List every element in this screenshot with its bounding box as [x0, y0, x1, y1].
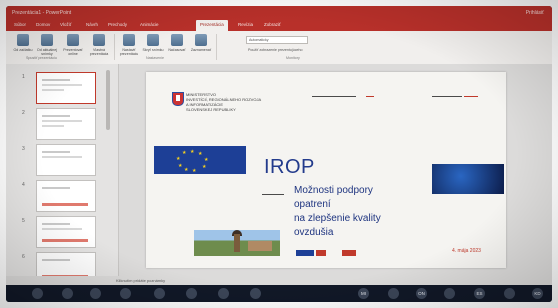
taskbar-icon[interactable] — [444, 288, 455, 299]
program-logo-icon — [316, 250, 326, 256]
custom-show-button[interactable]: Vlastná prezentácia — [88, 34, 110, 60]
slide-title: Možnosti podpory opatrení na zlepšenie k… — [294, 185, 381, 238]
setup-show-button[interactable]: Nastaviť prezentáciu — [118, 34, 140, 60]
record-button[interactable]: Zaznamenať — [190, 34, 212, 60]
taskbar-icon[interactable] — [388, 288, 399, 299]
monitor-select[interactable]: Automaticky — [246, 36, 308, 44]
taskbar-icon[interactable] — [32, 288, 43, 299]
ribbon-tabs: Súbor Domov Vložiť Návrh Prechody Animác… — [6, 20, 552, 31]
notes-placeholder[interactable]: Kliknutím pridáte poznámky — [116, 278, 165, 283]
group-monitors-label: Monitory — [286, 56, 300, 60]
thumbnail-number: 2 — [22, 110, 25, 116]
taskbar-icon[interactable] — [504, 288, 515, 299]
slide-acronym: IROP — [264, 156, 315, 178]
taskbar-icon[interactable] — [120, 288, 131, 299]
play-icon — [17, 34, 29, 46]
decorative-line — [432, 96, 462, 97]
setup-icon — [123, 34, 135, 46]
taskbar-icon[interactable]: ON — [416, 288, 427, 299]
thumbnail-number: 4 — [22, 182, 25, 188]
play-current-icon — [41, 34, 53, 46]
tab-file[interactable]: Súbor — [14, 22, 26, 27]
tab-insert[interactable]: Vložiť — [60, 22, 71, 27]
taskbar-icon[interactable] — [62, 288, 73, 299]
tab-view[interactable]: Zobraziť — [264, 22, 281, 27]
hide-slide-icon — [147, 34, 159, 46]
present-online-button[interactable]: Prezentovať online — [62, 34, 84, 60]
sign-in-link[interactable]: Prihlásiť — [526, 10, 544, 16]
window-title: Prezentácia1 - PowerPoint — [12, 10, 72, 16]
taskbar-icon[interactable] — [90, 288, 101, 299]
monitor-screen: Prezentácia1 - PowerPoint Prihlásiť Súbo… — [6, 6, 552, 302]
slide-canvas[interactable]: MINISTERSTVO INVESTÍCIÍ, REGIONÁLNEHO RO… — [146, 72, 506, 268]
timing-icon — [171, 34, 183, 46]
taskbar-icon[interactable]: ES — [474, 288, 485, 299]
record-icon — [195, 34, 207, 46]
taskbar-icon[interactable]: MI — [358, 288, 369, 299]
tab-slideshow[interactable]: Prezentácia — [196, 20, 228, 31]
slide-thumbnail[interactable] — [36, 144, 96, 176]
ribbon-separator — [216, 34, 217, 60]
decorative-line — [366, 96, 374, 97]
thumbnail-scrollbar[interactable] — [106, 70, 110, 130]
slide-thumbnail[interactable] — [36, 216, 96, 248]
taskbar-icon[interactable] — [154, 288, 165, 299]
presenter-view-checkbox[interactable]: Použiť zobrazenie prezentujúceho — [246, 47, 338, 53]
tab-animations[interactable]: Animácie — [140, 22, 159, 27]
thumbnail-number: 6 — [22, 254, 25, 260]
taskbar-icon[interactable] — [250, 288, 261, 299]
taskbar: MI ON ES KD — [6, 285, 552, 302]
group-start-label: Spustiť prezentáciu — [26, 56, 57, 60]
slide-thumbnail[interactable] — [36, 72, 96, 104]
slide-thumbnail[interactable] — [36, 108, 96, 140]
presentation-date: 4. mája 2023 — [452, 248, 481, 254]
rehearse-timings-button[interactable]: Načasovať — [166, 34, 188, 60]
thumbnail-number: 5 — [22, 218, 25, 224]
tab-design[interactable]: Návrh — [86, 22, 98, 27]
workspace: 1 2 3 4 5 6 MINISTERSTVO INVESTÍCIÍ, REG… — [6, 64, 552, 284]
town-photo — [194, 230, 280, 256]
irop-logo-icon — [342, 250, 356, 256]
tab-review[interactable]: Revízia — [238, 22, 253, 27]
window-titlebar: Prezentácia1 - PowerPoint Prihlásiť — [6, 6, 552, 20]
ministry-logo-text: MINISTERSTVO INVESTÍCIÍ, REGIONÁLNEHO RO… — [186, 92, 262, 112]
slovak-coat-of-arms-icon — [172, 92, 184, 106]
group-setup-label: Nastavenie — [146, 56, 164, 60]
taskbar-icon[interactable] — [218, 288, 229, 299]
slide-thumbnail[interactable] — [36, 180, 96, 212]
notes-bar[interactable]: Kliknutím pridáte poznámky — [6, 276, 552, 285]
ribbon-toolbar: Od začiatku Od aktuálnej snímky Prezento… — [6, 31, 552, 65]
tab-transitions[interactable]: Prechody — [108, 22, 127, 27]
custom-show-icon — [93, 34, 105, 46]
eu-logo-icon — [296, 250, 314, 256]
taskbar-icon[interactable] — [186, 288, 197, 299]
ribbon-separator — [114, 34, 115, 60]
decorative-network-image — [432, 164, 504, 194]
decorative-line — [464, 96, 478, 97]
tab-home[interactable]: Domov — [36, 22, 50, 27]
online-icon — [67, 34, 79, 46]
thumbnail-number: 1 — [22, 74, 25, 80]
eu-flag-image: ★ ★ ★ ★ ★ ★ ★ ★ ★ — [154, 146, 246, 174]
taskbar-icon[interactable]: KD — [532, 288, 543, 299]
decorative-line — [312, 96, 356, 97]
thumbnail-number: 3 — [22, 146, 25, 152]
decorative-line — [262, 194, 284, 195]
slide-thumbnail-pane: 1 2 3 4 5 6 — [6, 64, 119, 284]
